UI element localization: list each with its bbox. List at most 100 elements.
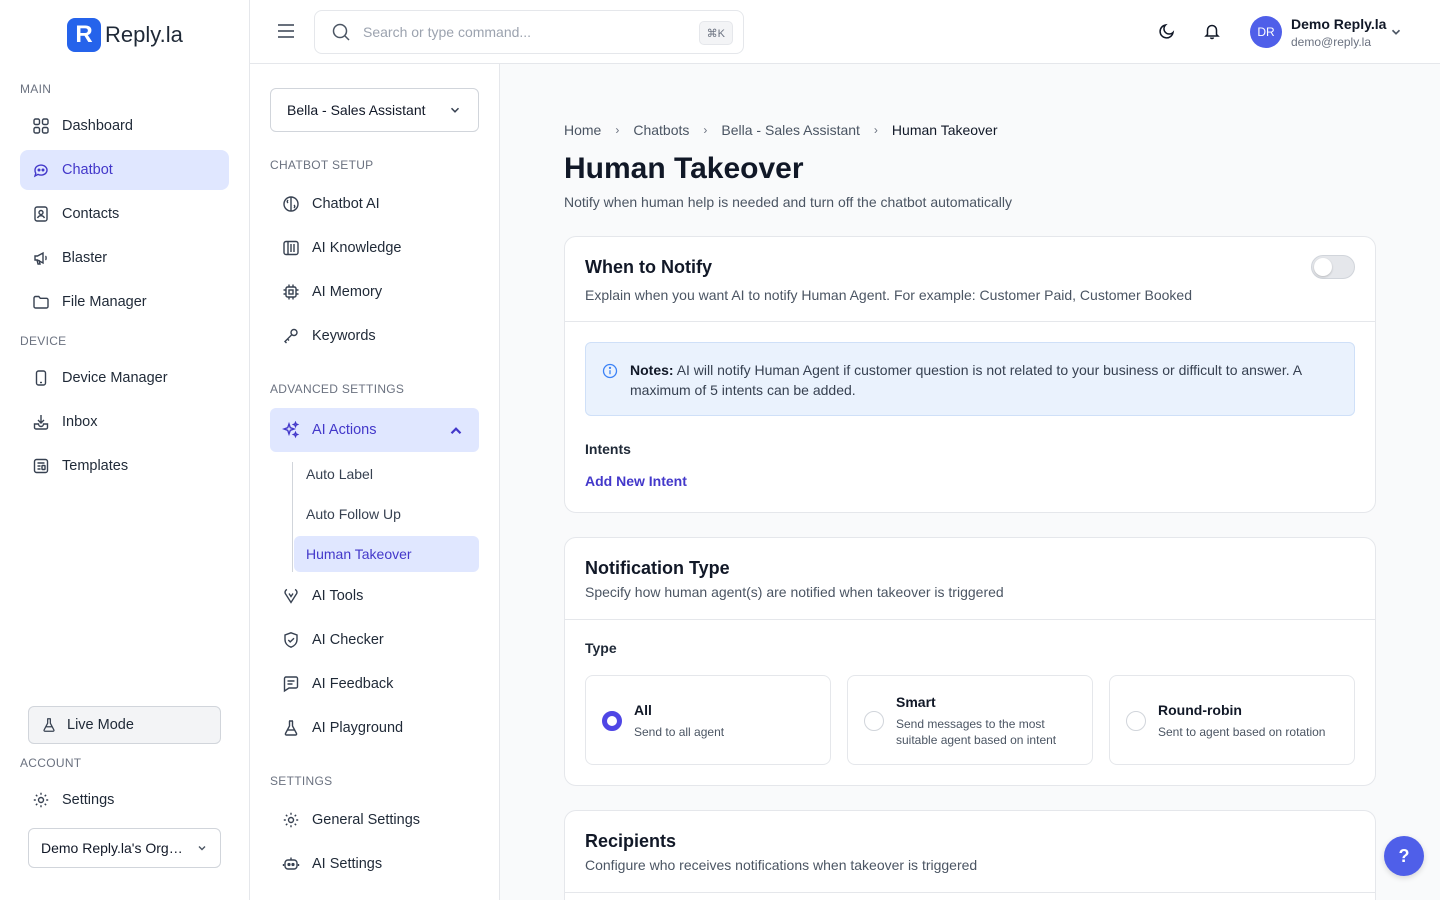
breadcrumb-home[interactable]: Home <box>564 122 601 138</box>
menu-icon[interactable] <box>276 22 296 40</box>
panel-item-ai-knowledge[interactable]: AI Knowledge <box>270 228 479 268</box>
sidebar-item-label: Inbox <box>62 414 98 430</box>
card-description: Specify how human agent(s) are notified … <box>585 584 1004 600</box>
chevron-right-icon: › <box>873 123 878 137</box>
brand-name: Reply.la <box>105 22 183 47</box>
card-title: Recipients <box>585 831 677 851</box>
divider <box>565 892 1375 893</box>
chevron-down-icon <box>198 846 206 851</box>
sidebar-item-label: Dashboard <box>62 118 133 134</box>
organization-name: Demo Reply.la's Organization <box>41 840 189 856</box>
subitem-auto-label[interactable]: Auto Label <box>294 456 479 492</box>
search-input[interactable] <box>363 24 683 40</box>
breadcrumb-chatbots[interactable]: Chatbots <box>633 122 689 138</box>
sidebar-item-inbox[interactable]: Inbox <box>20 402 229 442</box>
panel-item-ai-tools[interactable]: AI Tools <box>270 576 479 616</box>
panel-item-general-settings[interactable]: General Settings <box>270 800 479 840</box>
sidebar-item-device-manager[interactable]: Device Manager <box>20 358 229 398</box>
toggle-knob <box>1314 258 1332 276</box>
sidebar-item-templates[interactable]: Templates <box>20 446 229 486</box>
type-option-all[interactable]: All Send to all agent <box>585 675 831 765</box>
add-new-intent-link[interactable]: Add New Intent <box>585 473 687 489</box>
sidebar-item-chatbot[interactable]: Chatbot <box>20 150 229 190</box>
sidebar-item-label: Settings <box>62 792 115 808</box>
sidebar-item-label: File Manager <box>62 294 147 310</box>
flask-icon <box>284 720 298 736</box>
type-label: Type <box>585 640 617 656</box>
avatar[interactable]: DR <box>1250 16 1282 48</box>
section-label-account: ACCOUNT <box>20 756 82 770</box>
chatbot-select[interactable]: Bella - Sales Assistant <box>270 88 479 132</box>
type-option-round-robin[interactable]: Round-robin Sent to agent based on rotat… <box>1109 675 1355 765</box>
sidebar: R Reply.la MAIN Dashboard Chatbot Contac… <box>0 0 250 900</box>
sidebar-item-file-manager[interactable]: File Manager <box>20 282 229 322</box>
sidebar-item-dashboard[interactable]: Dashboard <box>20 106 229 146</box>
chevron-up-icon <box>450 427 462 435</box>
chevron-right-icon: › <box>703 123 708 137</box>
subitem-human-takeover[interactable]: Human Takeover <box>294 536 479 572</box>
chip-icon <box>283 284 299 300</box>
chevron-down-icon[interactable] <box>1389 25 1403 39</box>
option-description: Send messages to the most suitable agent… <box>896 717 1057 747</box>
message-icon <box>283 676 299 693</box>
megaphone-icon <box>34 251 47 265</box>
page-title: Human Takeover <box>564 152 804 185</box>
option-name: All <box>634 702 652 718</box>
brain-icon <box>283 196 299 212</box>
gear-icon <box>283 812 299 828</box>
option-name: Round-robin <box>1158 702 1242 718</box>
panel-item-ai-feedback[interactable]: AI Feedback <box>270 664 479 704</box>
search-bar[interactable]: ⌘K <box>314 10 744 54</box>
when-to-notify-card: When to Notify Explain when you want AI … <box>564 236 1376 513</box>
live-mode-label: Live Mode <box>67 717 134 733</box>
panel-item-ai-settings[interactable]: AI Settings <box>270 844 479 884</box>
radio-all[interactable] <box>602 711 622 731</box>
section-label-device: DEVICE <box>20 334 67 348</box>
section-label-settings: SETTINGS <box>270 774 333 788</box>
page-subtitle: Notify when human help is needed and tur… <box>564 194 1013 210</box>
organization-select[interactable]: Demo Reply.la's Organization <box>28 828 221 868</box>
subitem-auto-follow-up[interactable]: Auto Follow Up <box>294 496 479 532</box>
panel-item-chatbot-ai[interactable]: Chatbot AI <box>270 184 479 224</box>
type-option-smart[interactable]: Smart Send messages to the most suitable… <box>847 675 1093 765</box>
panel-item-ai-checker[interactable]: AI Checker <box>270 620 479 660</box>
breadcrumb-chatbot[interactable]: Bella - Sales Assistant <box>721 122 860 138</box>
panel-item-label: AI Actions <box>312 422 377 438</box>
divider <box>565 619 1375 620</box>
chatbot-select-value: Bella - Sales Assistant <box>287 102 426 118</box>
section-label-main: MAIN <box>20 82 52 96</box>
panel-item-ai-playground[interactable]: AI Playground <box>270 708 479 748</box>
panel-item-label: AI Feedback <box>312 676 394 692</box>
divider <box>565 321 1375 322</box>
panel-item-label: Chatbot AI <box>312 196 380 212</box>
radio-smart[interactable] <box>864 711 884 731</box>
option-description: Send to all agent <box>634 725 725 739</box>
sidebar-item-contacts[interactable]: Contacts <box>20 194 229 234</box>
shield-check-icon <box>284 632 298 648</box>
card-title: When to Notify <box>585 257 712 277</box>
moon-icon[interactable] <box>1158 22 1176 40</box>
option-description: Sent to agent based on rotation <box>1158 725 1326 739</box>
notes-callout: Notes: AI will notify Human Agent if cus… <box>585 342 1355 416</box>
gear-icon <box>33 792 49 808</box>
inbox-icon <box>33 415 49 430</box>
option-name: Smart <box>896 694 936 710</box>
sidebar-item-blaster[interactable]: Blaster <box>20 238 229 278</box>
panel-item-ai-actions[interactable]: AI Actions <box>270 408 479 452</box>
intents-label: Intents <box>585 441 631 457</box>
key-icon <box>284 328 298 344</box>
live-mode-button[interactable]: Live Mode <box>28 706 221 744</box>
sidebar-item-settings[interactable]: Settings <box>20 780 229 820</box>
brand-logo[interactable]: R Reply.la <box>67 18 183 52</box>
bot-icon <box>33 164 48 178</box>
library-icon <box>283 240 299 256</box>
panel-item-ai-memory[interactable]: AI Memory <box>270 272 479 312</box>
sidebar-item-label: Blaster <box>62 250 108 266</box>
sidebar-item-label: Chatbot <box>62 162 113 178</box>
notify-toggle[interactable] <box>1311 255 1355 279</box>
help-button[interactable]: ? <box>1384 836 1424 876</box>
bell-icon[interactable] <box>1203 22 1221 40</box>
radio-round-robin[interactable] <box>1126 711 1146 731</box>
info-icon <box>602 363 618 379</box>
panel-item-keywords[interactable]: Keywords <box>270 316 479 356</box>
